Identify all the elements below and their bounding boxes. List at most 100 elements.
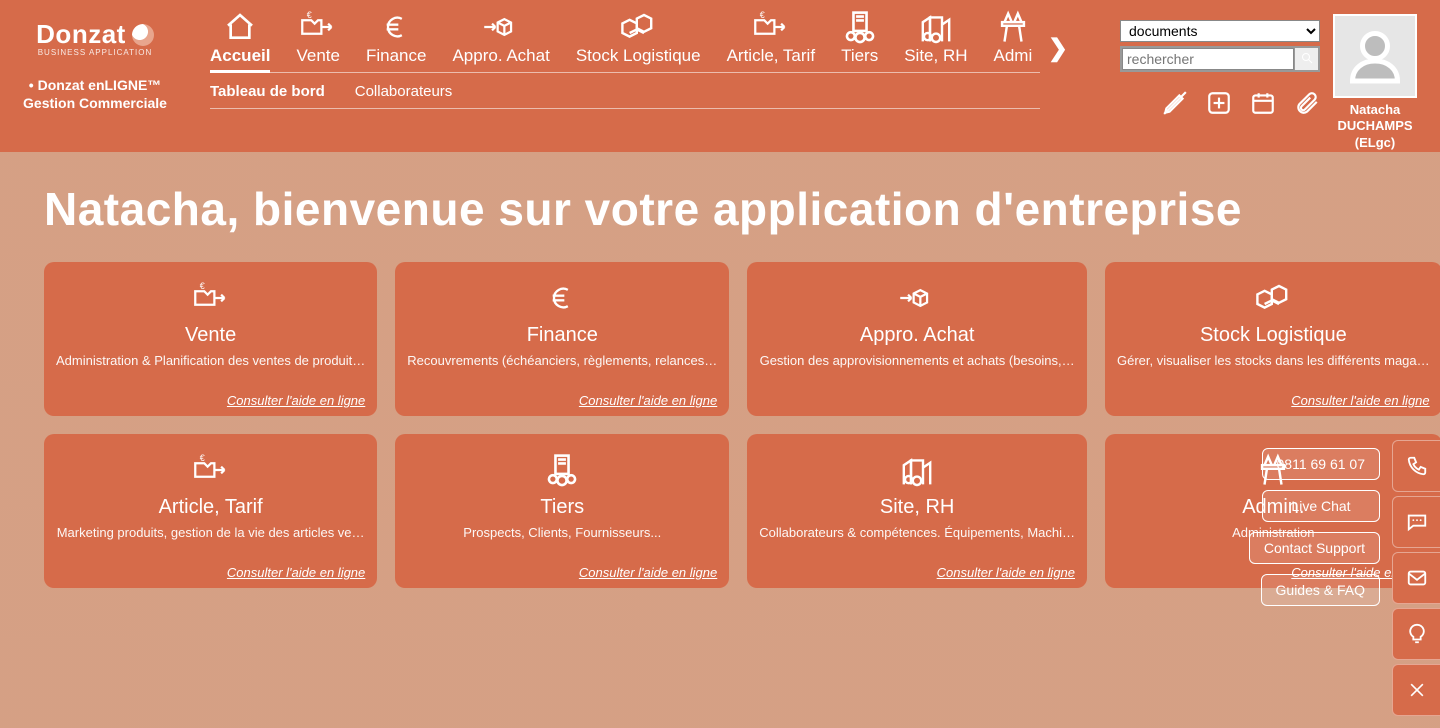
nav-column: Accueil € Vente Finance Appro. Achat Stock Lo…	[180, 8, 1120, 109]
card-title: Site, RH	[880, 496, 954, 519]
float-button[interactable]: 0811 69 61 07	[1262, 448, 1381, 480]
brand-block: Donzat BUSINESS APPLICATION Donzat enLIG…	[10, 8, 180, 113]
main-nav: Accueil € Vente Finance Appro. Achat Stock Lo…	[210, 10, 1040, 73]
brand-desc-line1: Donzat enLIGNE™	[29, 77, 162, 93]
float-button[interactable]: Contact Support	[1249, 532, 1380, 564]
article-icon: €	[727, 10, 816, 44]
search-icon	[1301, 52, 1313, 67]
search-button[interactable]	[1294, 48, 1318, 70]
card-title: Finance	[527, 324, 598, 347]
app-header: Donzat BUSINESS APPLICATION Donzat enLIG…	[0, 0, 1440, 152]
nav-item-stock[interactable]: Stock Logistique	[576, 10, 701, 66]
euro-icon	[366, 10, 426, 44]
pen-strike-icon[interactable]	[1162, 90, 1188, 122]
card-title: Article, Tarif	[159, 496, 263, 519]
card-help-link[interactable]: Consulter l'aide en ligne	[579, 393, 717, 408]
brand-desc-line2: Gestion Commerciale	[23, 95, 167, 111]
brand-logo: Donzat	[10, 18, 180, 52]
card-description: Administration & Planification des vente…	[56, 353, 365, 369]
user-block[interactable]: Natacha DUCHAMPS (ELgc)	[1320, 8, 1430, 151]
nav-item-article[interactable]: € Article, Tarif	[727, 10, 816, 66]
float-button[interactable]: Live Chat	[1262, 490, 1380, 522]
card-help-link[interactable]: Consulter l'aide en ligne	[1291, 393, 1429, 408]
tiers-icon	[545, 448, 579, 492]
card-title: Appro. Achat	[860, 324, 975, 347]
home-icon	[210, 10, 270, 44]
toolbar-icons	[1120, 90, 1320, 122]
main-content: Natacha, bienvenue sur votre application…	[0, 152, 1440, 728]
search-input[interactable]	[1122, 48, 1294, 70]
site-icon	[904, 10, 967, 44]
card-description: Prospects, Clients, Fournisseurs...	[407, 525, 717, 541]
welcome-heading: Natacha, bienvenue sur votre application…	[44, 182, 1396, 236]
user-last-name: DUCHAMPS	[1337, 118, 1412, 133]
card-description: Recouvrements (échéanciers, règlements, …	[407, 353, 717, 369]
calendar-icon[interactable]	[1250, 90, 1276, 122]
card-description: Gestion des approvisionnements et achats…	[759, 353, 1075, 369]
side-tabs	[1392, 440, 1440, 716]
brand-name: Donzat	[36, 18, 126, 52]
card-help-link[interactable]: Consulter l'aide en ligne	[937, 565, 1075, 580]
nav-item-home[interactable]: Accueil	[210, 10, 270, 66]
nav-next-button[interactable]: ❯	[1048, 34, 1068, 63]
module-card-sale[interactable]: € Vente Administration & Planification des…	[44, 262, 377, 416]
sale-icon: €	[193, 276, 229, 320]
plus-box-icon[interactable]	[1206, 90, 1232, 122]
card-help-link[interactable]: Consulter l'aide en ligne	[227, 565, 365, 580]
nav-item-label: Appro. Achat	[452, 46, 549, 65]
close-icon[interactable]	[1392, 664, 1440, 716]
svg-text:€: €	[199, 454, 204, 463]
nav-item-label: Finance	[366, 46, 426, 65]
user-first-name: Natacha	[1350, 102, 1401, 117]
module-card-stock[interactable]: Stock Logistique Gérer, visualiser les st…	[1105, 262, 1440, 416]
search-scope-select[interactable]: documents	[1120, 20, 1320, 42]
tiers-icon	[841, 10, 878, 44]
nav-item-label: Accueil	[210, 46, 270, 73]
module-card-supply[interactable]: Appro. Achat Gestion des approvisionnemen…	[747, 262, 1087, 416]
nav-item-label: Vente	[296, 46, 340, 65]
phone-icon[interactable]	[1392, 440, 1440, 492]
module-card-article[interactable]: €Article, TarifMarketing produits, gesti…	[44, 434, 377, 588]
supply-icon	[452, 10, 549, 44]
admin-icon	[994, 10, 1033, 44]
mail-icon[interactable]	[1392, 552, 1440, 604]
paperclip-icon[interactable]	[1294, 90, 1320, 122]
card-help-link[interactable]: Consulter l'aide en ligne	[579, 565, 717, 580]
svg-text:€: €	[199, 282, 204, 291]
svg-text:€: €	[307, 11, 312, 20]
nav-item-admin[interactable]: Admi	[994, 10, 1033, 66]
subnav-item[interactable]: Collaborateurs	[355, 83, 453, 100]
article-icon: €	[193, 448, 229, 492]
card-help-link[interactable]: Consulter l'aide en ligne	[227, 393, 365, 408]
card-description: Gérer, visualiser les stocks dans les di…	[1117, 353, 1430, 369]
stock-icon	[576, 10, 701, 44]
nav-item-label: Admi	[994, 46, 1033, 65]
card-title: Vente	[185, 324, 236, 347]
nav-item-label: Tiers	[841, 46, 878, 65]
euro-icon	[548, 276, 576, 320]
nav-item-supply[interactable]: Appro. Achat	[452, 10, 549, 66]
nav-item-site[interactable]: Site, RH	[904, 10, 967, 66]
nav-item-sale[interactable]: € Vente	[296, 10, 340, 66]
module-card-euro[interactable]: Finance Recouvrements (échéanciers, règle…	[395, 262, 729, 416]
nav-item-tiers[interactable]: Tiers	[841, 10, 878, 66]
module-card-tiers[interactable]: TiersProspects, Clients, Fournisseurs...…	[395, 434, 729, 588]
module-card-site[interactable]: Site, RH Collaborateurs & compétences. Éq…	[747, 434, 1087, 588]
nav-item-label: Article, Tarif	[727, 46, 816, 65]
nav-item-label: Site, RH	[904, 46, 967, 65]
brand-swirl-icon	[132, 24, 154, 46]
float-button[interactable]: Guides & FAQ	[1261, 574, 1380, 606]
float-buttons: 0811 69 61 07 Live Chat Contact Support Gui…	[1249, 448, 1380, 606]
nav-item-euro[interactable]: Finance	[366, 10, 426, 66]
card-description: Collaborateurs & compétences. Équipement…	[759, 525, 1075, 541]
search-row	[1120, 46, 1320, 72]
supply-icon	[898, 276, 936, 320]
chat-icon[interactable]	[1392, 496, 1440, 548]
idea-icon[interactable]	[1392, 608, 1440, 660]
subnav-item[interactable]: Tableau de bord	[210, 83, 325, 100]
brand-tagline: BUSINESS APPLICATION	[10, 48, 180, 58]
site-icon	[899, 448, 935, 492]
brand-description: Donzat enLIGNE™ Gestion Commerciale	[10, 76, 180, 112]
nav-item-label: Stock Logistique	[576, 46, 701, 65]
card-title: Stock Logistique	[1200, 324, 1347, 347]
